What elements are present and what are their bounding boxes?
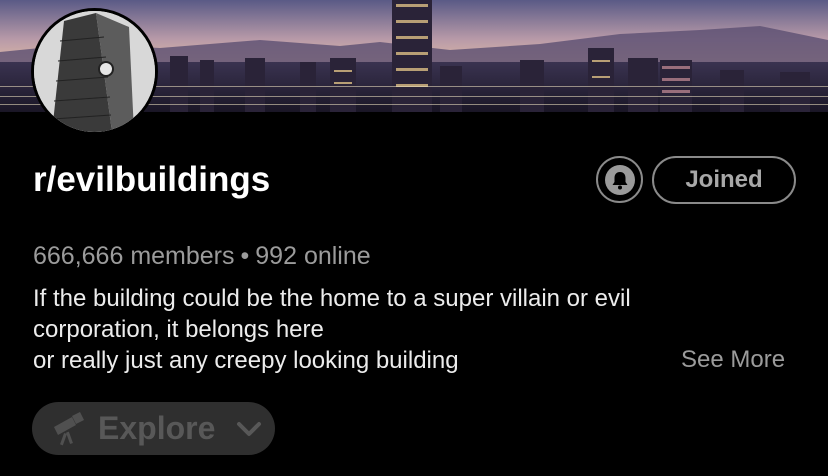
- subreddit-description: If the building could be the home to a s…: [33, 283, 733, 376]
- description-line: or really just any creepy looking buildi…: [33, 347, 459, 374]
- notification-bell-button[interactable]: [596, 156, 643, 203]
- description-line: If the building could be the home to a s…: [33, 285, 631, 312]
- subreddit-name: r/evilbuildings: [33, 160, 271, 199]
- description-line: corporation, it belongs here: [33, 316, 324, 343]
- joined-button[interactable]: Joined: [652, 156, 796, 204]
- member-count: 666,666 members: [33, 242, 235, 270]
- bell-icon: [604, 164, 635, 195]
- telescope-icon: [54, 411, 84, 445]
- see-more-link[interactable]: See More: [681, 346, 785, 374]
- subreddit-stats: 666,666 members • 992 online: [33, 242, 371, 271]
- explore-label: Explore: [98, 410, 216, 446]
- chevron-down-icon: [237, 421, 262, 436]
- explore-button[interactable]: Explore: [32, 402, 275, 455]
- subreddit-avatar: [31, 8, 158, 135]
- online-count: 992 online: [255, 242, 371, 270]
- stats-separator: •: [240, 242, 250, 270]
